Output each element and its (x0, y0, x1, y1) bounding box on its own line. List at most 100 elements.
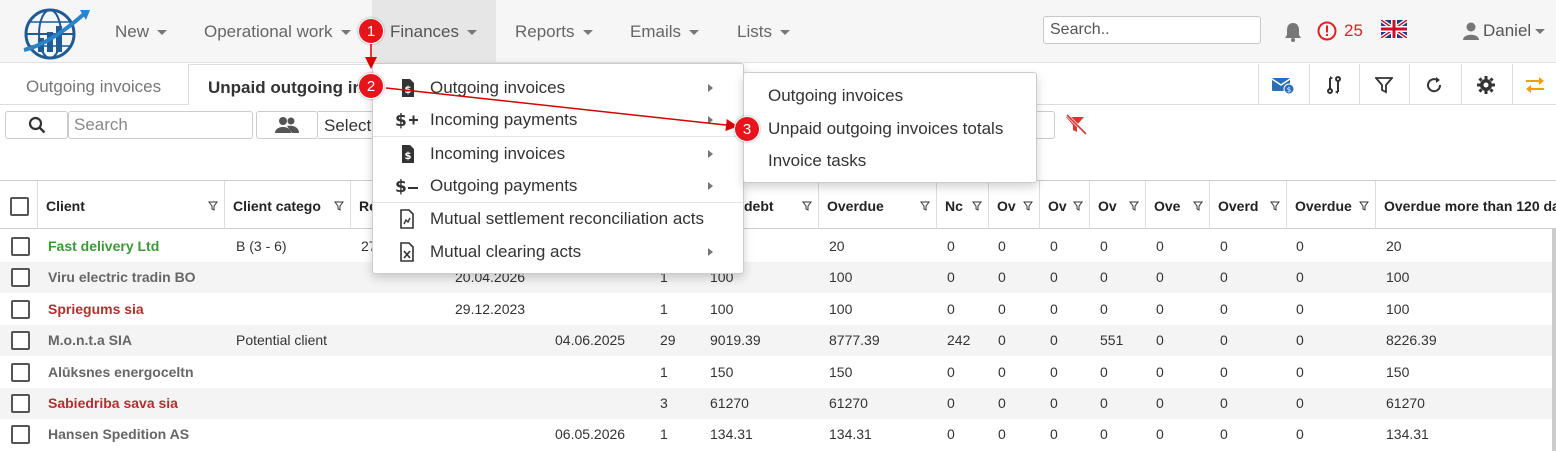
column-header-client[interactable]: Client (38, 181, 225, 229)
tab-outgoing-invoices[interactable]: Outgoing invoices (26, 64, 161, 105)
cell-c11: 0 (1100, 426, 1108, 443)
client-link[interactable]: Viru electric tradin BO (48, 262, 196, 293)
column-label: Ov (1048, 198, 1067, 214)
nav-new[interactable]: New (115, 0, 168, 63)
refresh-button[interactable] (1409, 64, 1458, 105)
svg-text:$: $ (405, 85, 412, 96)
step-badge-label: 3 (742, 121, 752, 138)
row-checkbox[interactable] (11, 237, 30, 256)
column-filter-icon[interactable] (972, 201, 982, 211)
email-invoice-button[interactable]: $ (1258, 64, 1307, 105)
user-name[interactable]: Daniel (1483, 19, 1531, 43)
client-link[interactable]: M.o.n.t.a SIA (48, 325, 132, 356)
column-header-overdue-5[interactable]: Overd (1210, 181, 1287, 229)
uk-flag-icon[interactable] (1381, 20, 1407, 38)
table-scrollbar[interactable] (1552, 229, 1556, 451)
menu-item-mutual-settlement-reconciliation-acts[interactable]: Mutual settlement reconciliation acts (373, 203, 743, 235)
alert-count[interactable]: 25 (1344, 20, 1363, 42)
column-filter-icon[interactable] (802, 201, 812, 211)
row-checkbox[interactable] (11, 394, 30, 413)
column-filter-icon[interactable] (1023, 201, 1033, 211)
column-filter-icon[interactable] (1193, 201, 1203, 211)
row-checkbox[interactable] (11, 268, 30, 288)
cell-c10: 0 (1050, 363, 1058, 380)
tab-label: Unpaid outgoing invo (208, 78, 383, 97)
table-row[interactable]: M.o.n.t.a SIA Potential client 04.06.2025 2… (0, 325, 1556, 357)
client-link[interactable]: Alūksnes energoceltn (48, 357, 194, 388)
clear-filter-icon[interactable] (1064, 114, 1088, 136)
cell-c11: 0 (1100, 269, 1108, 286)
column-header-overdue-3[interactable]: Ov (1090, 181, 1146, 229)
nav-emails[interactable]: Emails (630, 0, 700, 63)
column-header-overdue[interactable]: Overdue (819, 181, 937, 229)
menu-item-incoming-payments[interactable]: $ Incoming payments (373, 104, 743, 136)
column-filter-icon[interactable] (1270, 201, 1280, 211)
client-select-button[interactable] (256, 111, 318, 139)
cell-overdue: 134.31 (829, 426, 872, 443)
table-row[interactable]: Fast delivery Ltd B (3 - 6) 27 20 0 0 0 0 0 0 0 20 (0, 231, 1556, 262)
row-checkbox[interactable] (11, 299, 30, 319)
menu-item-outgoing-payments[interactable]: $ Outgoing payments (373, 170, 743, 202)
row-checkbox[interactable] (11, 331, 30, 351)
nav-reports[interactable]: Reports (515, 0, 593, 63)
column-label: Overdue (827, 198, 884, 214)
column-filter-icon[interactable] (1359, 201, 1369, 211)
nav-lists-label: Lists (737, 22, 772, 41)
submenu-item-invoice-tasks[interactable]: Invoice tasks (768, 149, 866, 173)
row-checkbox[interactable] (11, 362, 30, 382)
table-header: Client Client catego Re debt Overdue Nc … (0, 181, 1556, 229)
column-filter-icon[interactable] (208, 201, 218, 211)
column-filter-icon[interactable] (334, 201, 344, 211)
client-link[interactable]: Spriegums sia (48, 294, 144, 325)
cell-c11: 0 (1100, 238, 1108, 254)
client-link[interactable]: Fast delivery Ltd (48, 231, 159, 262)
nav-lists[interactable]: Lists (737, 0, 790, 63)
submenu-item-outgoing-invoices[interactable]: Outgoing invoices (768, 84, 903, 108)
column-header-overdue-120[interactable]: Overdue more than 120 da (1376, 181, 1556, 229)
swap-button[interactable] (1512, 64, 1556, 105)
global-search-input[interactable] (1043, 16, 1261, 44)
table-row[interactable]: Alūksnes energoceltn 1 150 150 0 0 0 0 0 0 0 150 (0, 357, 1556, 388)
alert-circle-icon[interactable] (1317, 21, 1337, 41)
invoice-dollar-icon: $ (402, 79, 414, 97)
column-label: Client catego (233, 198, 321, 214)
row-checkbox[interactable] (11, 425, 30, 445)
column-header-not-overdue[interactable]: Nc (937, 181, 989, 229)
table-row[interactable]: Viru electric tradin BO 20.04.2026 1 100 100… (0, 262, 1556, 294)
bell-icon[interactable] (1284, 22, 1302, 42)
nav-finances[interactable]: Finances (372, 0, 496, 63)
table-row[interactable]: Hansen Spedition AS 06.05.2026 1 134.31 134.… (0, 419, 1556, 450)
column-header-overdue-2[interactable]: Ov (1040, 181, 1090, 229)
cell-c8: 0 (947, 300, 955, 317)
client-select[interactable]: Select (318, 111, 378, 139)
nav-operational-work[interactable]: Operational work (204, 0, 351, 63)
menu-item-incoming-invoices[interactable]: $ Incoming invoices (373, 138, 743, 170)
chevron-down-icon[interactable] (1535, 29, 1545, 34)
table-row[interactable]: Sabiedriba sava sia 3 61270 61270 0 0 0 0 0 0 0 612… (0, 388, 1556, 419)
filter-button[interactable] (1359, 64, 1408, 105)
settings-button[interactable] (1461, 64, 1510, 105)
company-logo[interactable] (16, 4, 92, 62)
column-label: debt (744, 198, 774, 214)
menu-item-outgoing-invoices[interactable]: $ Outgoing invoices (373, 72, 743, 104)
column-header-overdue-1[interactable]: Ov (989, 181, 1040, 229)
table-row[interactable]: Spriegums sia 29.12.2023 1 100 100 0 0 0 0 0 0 0 100 (0, 294, 1556, 325)
column-filter-icon[interactable] (1073, 201, 1083, 211)
filter-search-input[interactable] (68, 111, 253, 139)
client-link[interactable]: Sabiedriba sava sia (48, 388, 178, 419)
client-link[interactable]: Hansen Spedition AS (48, 419, 189, 450)
filter-field-end[interactable] (1037, 111, 1055, 139)
column-header-overdue-6[interactable]: Overdue (1287, 181, 1376, 229)
user-icon[interactable] (1463, 22, 1479, 40)
select-all-checkbox[interactable] (10, 197, 29, 216)
menu-item-mutual-clearing-acts[interactable]: Mutual clearing acts (373, 236, 743, 268)
swap-arrows-icon (1525, 76, 1544, 93)
search-button[interactable] (5, 111, 68, 139)
column-filter-icon[interactable] (1129, 201, 1139, 211)
column-filter-icon[interactable] (920, 201, 930, 211)
column-header-client-category[interactable]: Client catego (225, 181, 351, 229)
submenu-item-unpaid-outgoing-invoices-totals[interactable]: Unpaid outgoing invoices totals (768, 117, 1003, 141)
sync-button[interactable] (1309, 64, 1358, 105)
column-header-overdue-4[interactable]: Ove (1146, 181, 1210, 229)
cell-category: Potential client (236, 332, 328, 349)
